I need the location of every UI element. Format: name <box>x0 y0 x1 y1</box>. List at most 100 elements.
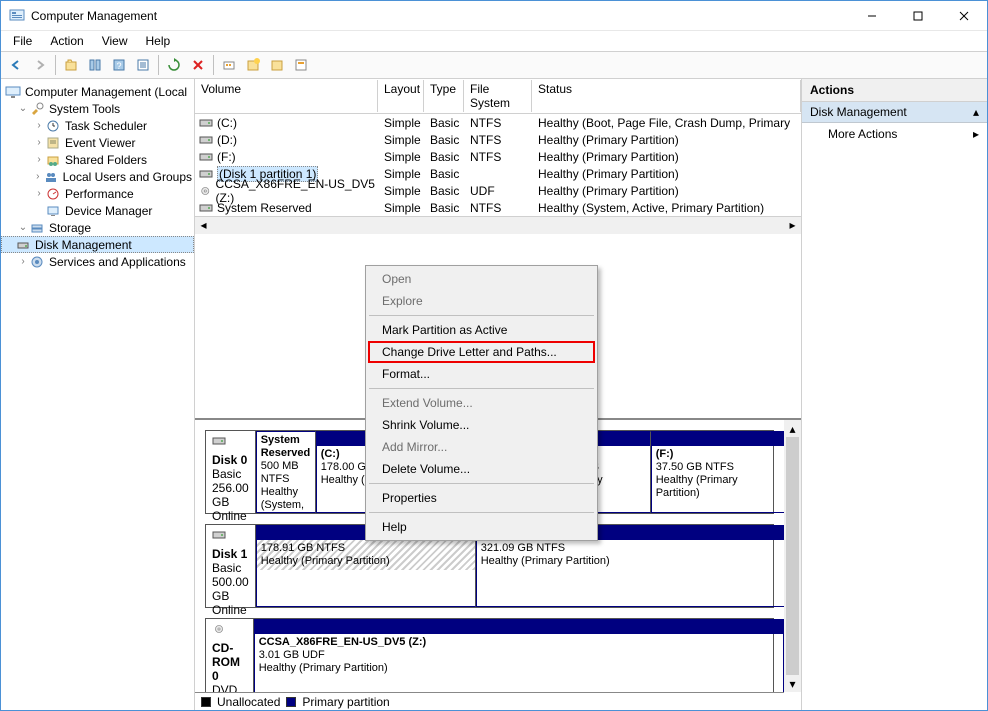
app-icon <box>9 8 25 24</box>
event-icon <box>45 135 61 151</box>
delete-button[interactable] <box>187 54 209 76</box>
volume-row[interactable]: System ReservedSimpleBasicNTFSHealthy (S… <box>195 199 801 216</box>
ctx-help[interactable]: Help <box>368 516 595 538</box>
attach-vhd-icon[interactable] <box>266 54 288 76</box>
titlebar: Computer Management <box>1 1 987 31</box>
col-layout[interactable]: Layout <box>378 80 424 112</box>
action-group-disk-management[interactable]: Disk Management ▴ <box>802 102 987 123</box>
tree-performance[interactable]: ›Performance <box>1 185 194 202</box>
partition[interactable]: (F:)37.50 GB NTFSHealthy (Primary Partit… <box>651 431 786 513</box>
tree-system-tools[interactable]: ⌄ System Tools <box>1 100 194 117</box>
col-fs[interactable]: File System <box>464 80 532 112</box>
disk-label[interactable]: Disk 1Basic500.00 GBOnline <box>206 525 256 607</box>
new-vhd-icon[interactable] <box>242 54 264 76</box>
ctx-format[interactable]: Format... <box>368 363 595 385</box>
scroll-left-button[interactable]: ◂ <box>195 217 212 234</box>
disk-label[interactable]: CD-ROM 0DVD3.01 GBOnline <box>206 619 254 701</box>
storage-icon <box>29 220 45 236</box>
vertical-scrollbar[interactable]: ▴ ▾ <box>784 420 801 692</box>
expand-icon[interactable]: › <box>33 120 45 131</box>
col-status[interactable]: Status <box>532 80 801 112</box>
performance-icon <box>45 186 61 202</box>
col-volume[interactable]: Volume <box>195 80 378 112</box>
show-hide-button[interactable] <box>84 54 106 76</box>
tools-icon <box>29 101 45 117</box>
clock-icon <box>45 118 61 134</box>
action-list-button[interactable] <box>132 54 154 76</box>
tree-services[interactable]: ›Services and Applications <box>1 253 194 270</box>
device-icon <box>45 203 61 219</box>
expand-icon[interactable]: › <box>33 154 45 165</box>
expand-icon[interactable]: › <box>33 188 45 199</box>
scroll-down-button[interactable]: ▾ <box>784 675 801 692</box>
action-more-actions[interactable]: More Actions ▸ <box>802 123 987 145</box>
menu-view[interactable]: View <box>94 32 136 50</box>
menu-help[interactable]: Help <box>138 32 179 50</box>
volume-list-header: Volume Layout Type File System Status <box>195 79 801 114</box>
minimize-button[interactable] <box>849 1 895 30</box>
menu-action[interactable]: Action <box>42 32 91 50</box>
collapse-icon[interactable]: ⌄ <box>17 222 29 233</box>
context-menu: Open Explore Mark Partition as Active Ch… <box>365 265 598 541</box>
expand-icon[interactable]: › <box>17 256 29 267</box>
window-title: Computer Management <box>31 9 849 23</box>
actions-header: Actions <box>802 79 987 102</box>
tree-event-viewer[interactable]: ›Event Viewer <box>1 134 194 151</box>
ctx-shrink-volume[interactable]: Shrink Volume... <box>368 414 595 436</box>
tree-task-scheduler[interactable]: ›Task Scheduler <box>1 117 194 134</box>
refresh-button[interactable] <box>163 54 185 76</box>
tree-storage[interactable]: ⌄Storage <box>1 219 194 236</box>
close-button[interactable] <box>941 1 987 30</box>
tree-shared-folders[interactable]: ›Shared Folders <box>1 151 194 168</box>
expand-icon[interactable]: › <box>33 137 45 148</box>
disk-management-icon <box>15 237 31 253</box>
partition[interactable]: CCSA_X86FRE_EN-US_DV5 (Z:)3.01 GB UDFHea… <box>254 619 784 701</box>
volume-row[interactable]: CCSA_X86FRE_EN-US_DV5 (Z:)SimpleBasicUDF… <box>195 182 801 199</box>
users-icon <box>43 169 59 185</box>
horizontal-scrollbar[interactable]: ◂ ▸ <box>195 216 801 233</box>
volume-row[interactable]: (D:)SimpleBasicNTFSHealthy (Primary Part… <box>195 131 801 148</box>
collapse-icon[interactable]: ⌄ <box>17 103 29 114</box>
ctx-change-drive-letter[interactable]: Change Drive Letter and Paths... <box>368 341 595 363</box>
disk-label[interactable]: Disk 0Basic256.00 GBOnline <box>206 431 256 513</box>
properties-icon[interactable] <box>290 54 312 76</box>
maximize-button[interactable] <box>895 1 941 30</box>
ctx-extend-volume: Extend Volume... <box>368 392 595 414</box>
ctx-add-mirror: Add Mirror... <box>368 436 595 458</box>
legend-primary-swatch <box>286 697 296 707</box>
tree-device-manager[interactable]: Device Manager <box>1 202 194 219</box>
help-button[interactable]: ? <box>108 54 130 76</box>
tree-local-users[interactable]: ›Local Users and Groups <box>1 168 194 185</box>
ctx-delete-volume[interactable]: Delete Volume... <box>368 458 595 480</box>
col-type[interactable]: Type <box>424 80 464 112</box>
volume-row[interactable]: (C:)SimpleBasicNTFSHealthy (Boot, Page F… <box>195 114 801 131</box>
scroll-up-button[interactable]: ▴ <box>784 420 801 437</box>
actions-pane: Actions Disk Management ▴ More Actions ▸ <box>802 79 987 710</box>
back-button[interactable] <box>5 54 27 76</box>
menubar: File Action View Help <box>1 31 987 51</box>
ctx-mark-active[interactable]: Mark Partition as Active <box>368 319 595 341</box>
computer-icon <box>5 84 21 100</box>
toolbar: ? <box>1 51 987 79</box>
volume-row[interactable]: (F:)SimpleBasicNTFSHealthy (Primary Part… <box>195 148 801 165</box>
legend-primary-label: Primary partition <box>302 695 389 709</box>
forward-button[interactable] <box>29 54 51 76</box>
ctx-open: Open <box>368 268 595 290</box>
menu-file[interactable]: File <box>5 32 40 50</box>
collapse-icon: ▴ <box>973 105 979 119</box>
svg-text:?: ? <box>116 61 121 71</box>
ctx-explore: Explore <box>368 290 595 312</box>
expand-icon[interactable]: › <box>33 171 43 182</box>
ctx-properties[interactable]: Properties <box>368 487 595 509</box>
nav-tree: Computer Management (Local ⌄ System Tool… <box>1 79 195 710</box>
partition[interactable]: System Reserved500 MB NTFSHealthy (Syste… <box>256 431 316 513</box>
settings-icon[interactable] <box>218 54 240 76</box>
legend-unallocated-swatch <box>201 697 211 707</box>
disk-row: CD-ROM 0DVD3.01 GBOnlineCCSA_X86FRE_EN-U… <box>205 618 774 702</box>
tree-root[interactable]: Computer Management (Local <box>1 83 194 100</box>
shared-folder-icon <box>45 152 61 168</box>
scroll-right-button[interactable]: ▸ <box>784 217 801 234</box>
up-button[interactable] <box>60 54 82 76</box>
tree-disk-management[interactable]: Disk Management <box>1 236 194 253</box>
volume-list: (C:)SimpleBasicNTFSHealthy (Boot, Page F… <box>195 114 801 216</box>
